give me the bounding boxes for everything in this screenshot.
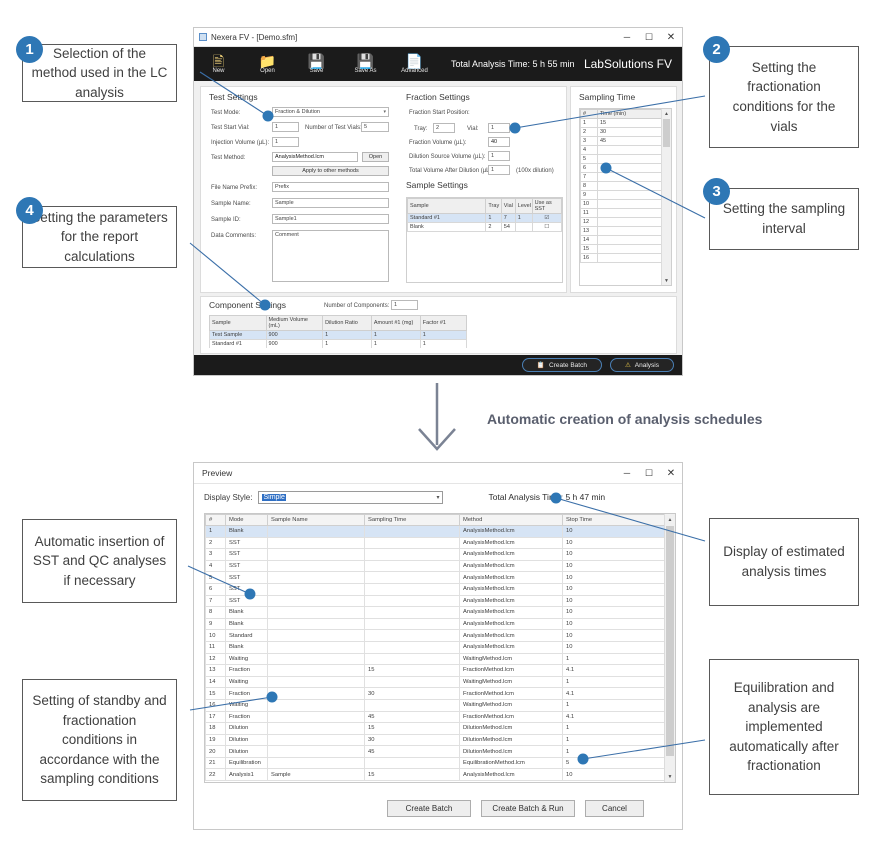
anchor-dots: [244, 110, 612, 765]
callout-badge-3: 3: [703, 178, 730, 205]
callout-badge-1: 1: [16, 36, 43, 63]
callout-badge-4: 4: [16, 197, 43, 224]
callout-badge-2: 2: [703, 36, 730, 63]
